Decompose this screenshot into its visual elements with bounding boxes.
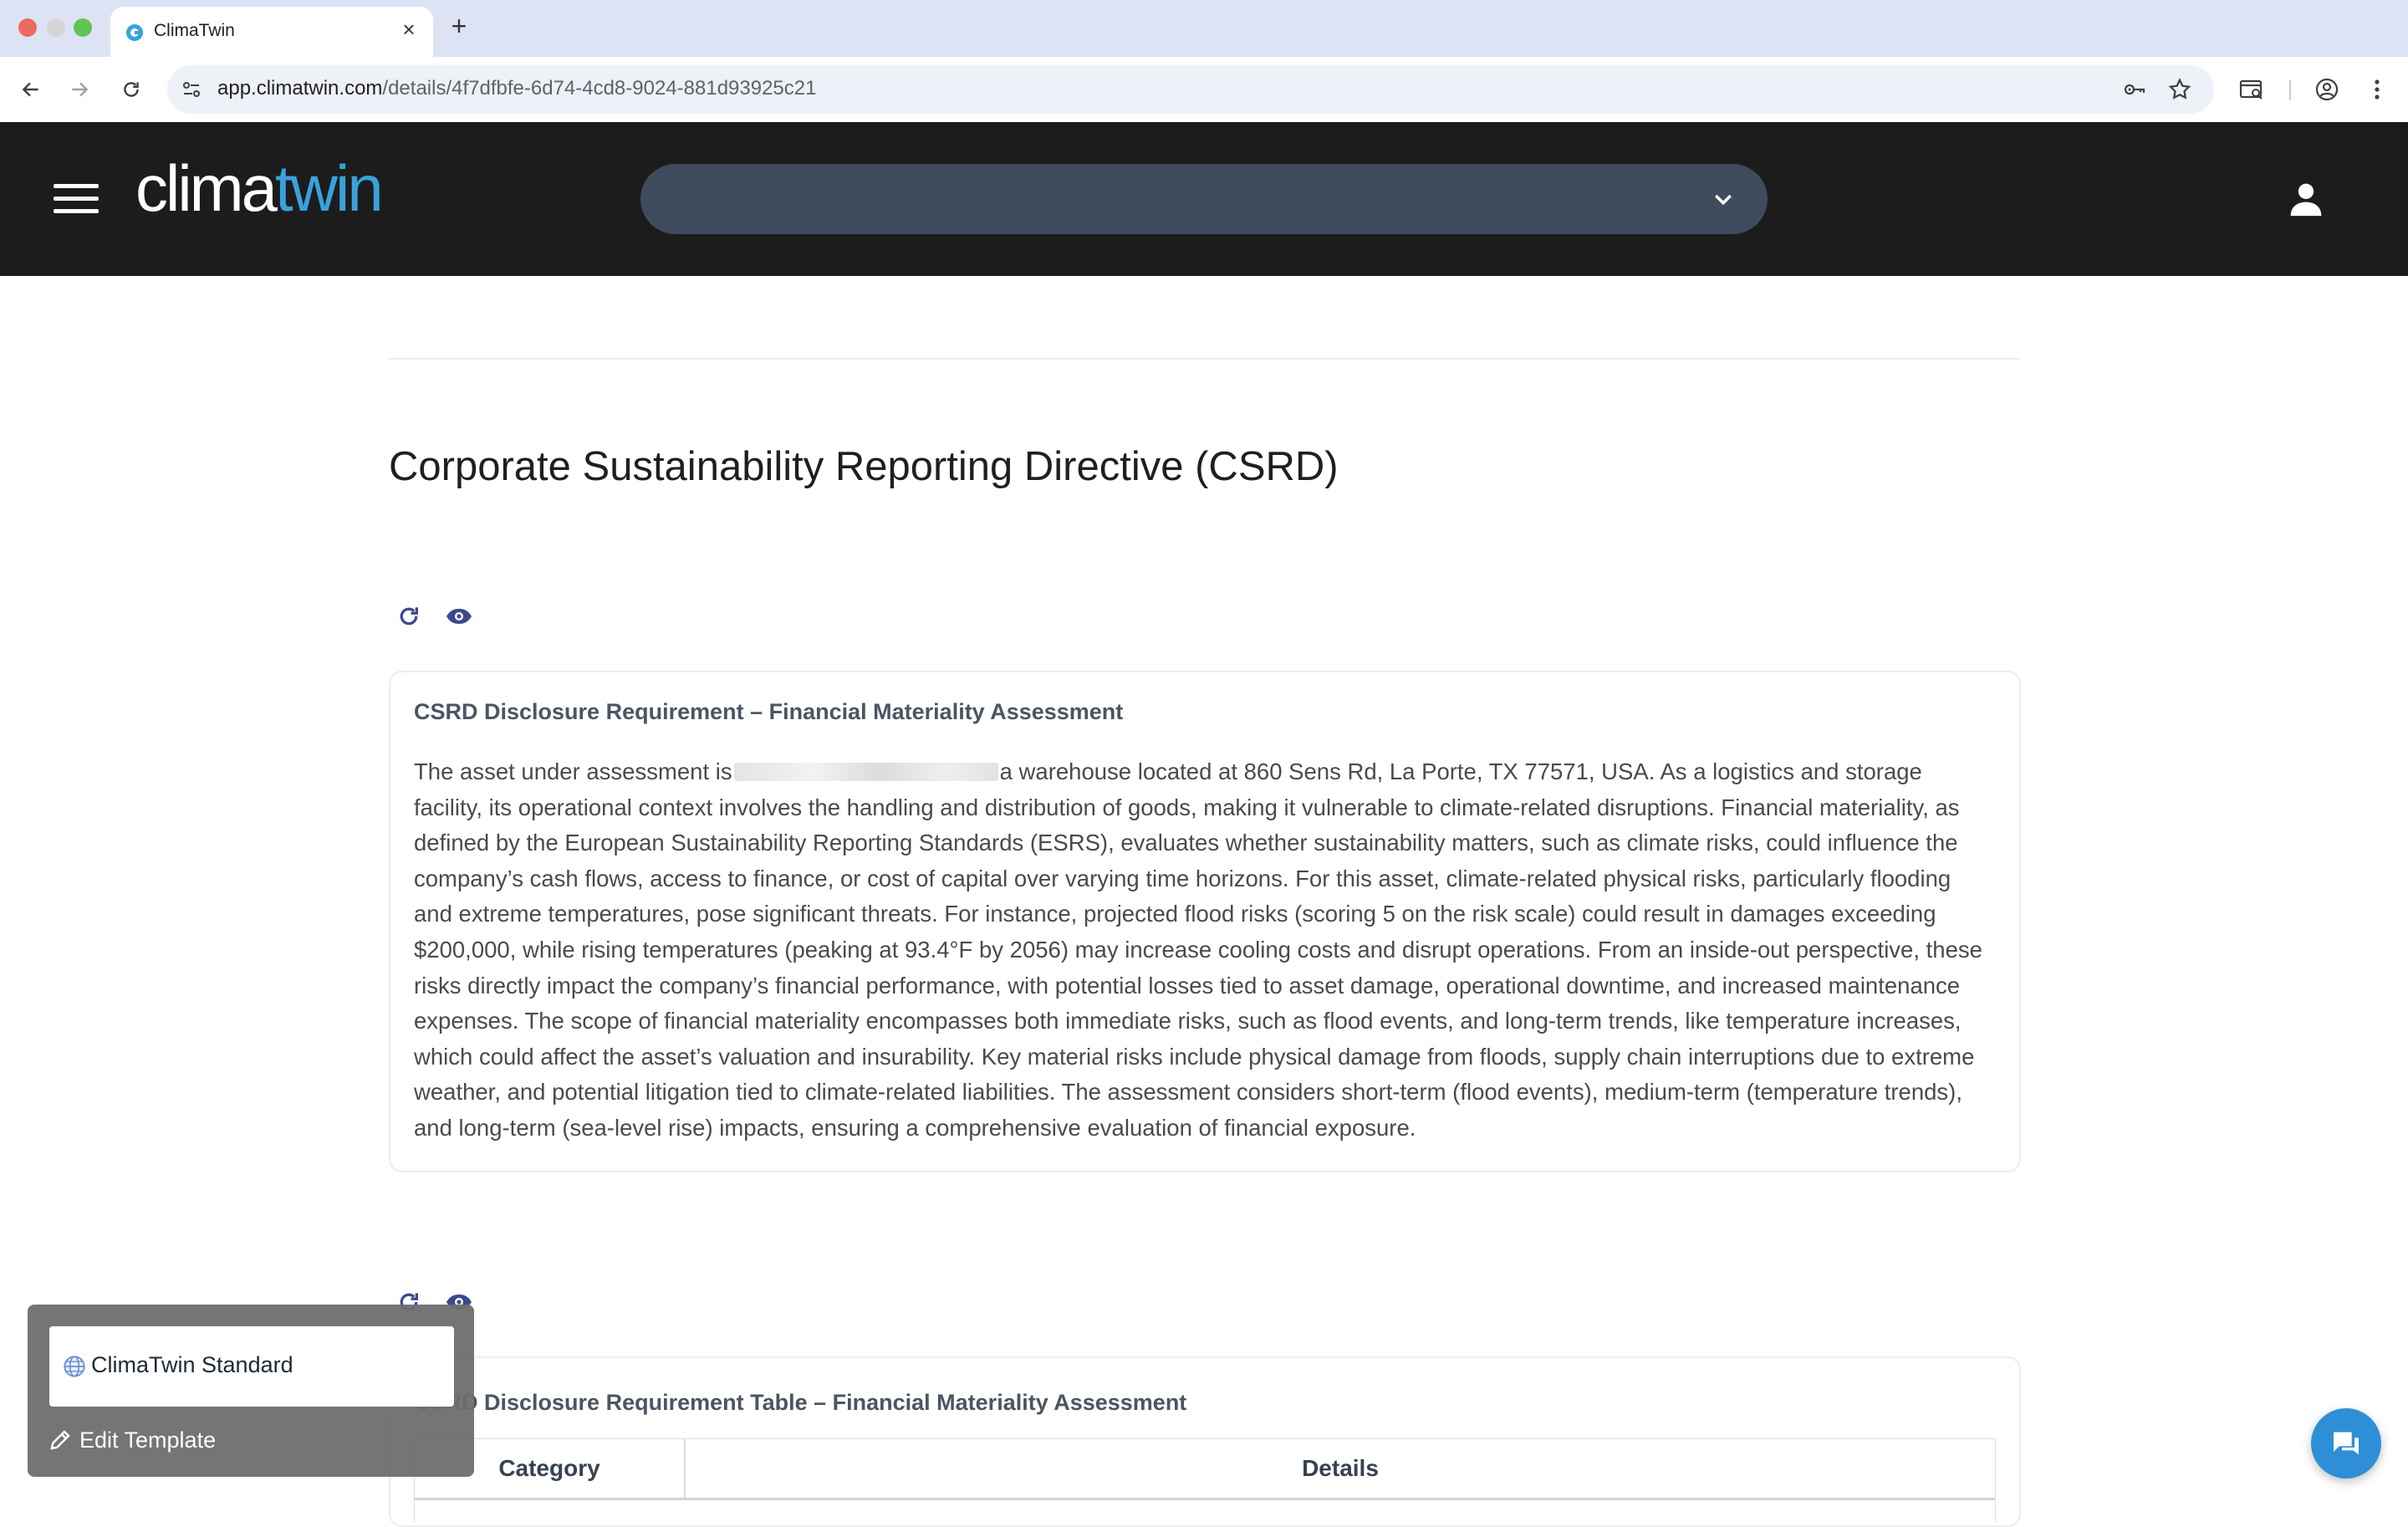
user-account-icon[interactable] (2288, 181, 2324, 217)
browser-toolbar: app.climatwin.com/details/4f7dfbfe-6d74-… (0, 57, 2408, 123)
password-key-icon[interactable] (2120, 75, 2149, 104)
browser-tab-active[interactable]: ClimaTwin × (110, 7, 433, 57)
chat-button[interactable] (2311, 1408, 2381, 1478)
card-title: CSRD Disclosure Requirement – Financial … (414, 699, 1124, 724)
window-close-button[interactable] (18, 18, 37, 37)
table-header-rule (415, 1498, 1995, 1500)
climatwin-favicon-icon (126, 24, 143, 41)
template-option-climatwin-standard[interactable]: ClimaTwin Standard (49, 1326, 454, 1407)
refresh-icon[interactable] (393, 600, 425, 632)
new-tab-icon[interactable]: + (445, 12, 473, 40)
app-header: climatwin (0, 122, 2408, 276)
forward-arrow-icon[interactable] (64, 74, 95, 105)
toolbar-separator (2289, 80, 2291, 100)
url-bar[interactable]: app.climatwin.com/details/4f7dfbfe-6d74-… (167, 65, 2214, 114)
card-title: CSRD Disclosure Requirement Table – Fina… (414, 1390, 1187, 1415)
window-maximize-button[interactable] (74, 18, 92, 37)
chrome-menu-icon[interactable] (2361, 74, 2393, 105)
profile-icon[interactable] (2311, 74, 2343, 105)
hamburger-menu-icon[interactable] (54, 184, 99, 214)
bookmark-star-icon[interactable] (2166, 75, 2194, 104)
eye-icon[interactable] (443, 600, 475, 632)
financial-materiality-table-card: CSRD Disclosure Requirement Table – Fina… (389, 1356, 2021, 1527)
tab-close-icon[interactable]: × (396, 17, 421, 42)
chat-icon (2334, 1432, 2359, 1455)
back-arrow-icon[interactable] (15, 74, 47, 105)
card-body-text: The asset under assessment is a warehouse… (414, 758, 1982, 1141)
pencil-icon (50, 1430, 70, 1450)
section-1-toolbar (393, 600, 475, 634)
tab-title: ClimaTwin (154, 21, 235, 40)
chevron-down-icon (1715, 194, 1732, 206)
climatwin-logo[interactable]: climatwin (135, 156, 384, 221)
site-settings-icon[interactable] (179, 77, 204, 102)
page-title: Corporate Sustainability Reporting Direc… (389, 444, 1339, 489)
globe-icon (64, 1356, 85, 1377)
edit-template-label: Edit Template (79, 1427, 217, 1453)
template-option-label: ClimaTwin Standard (91, 1352, 293, 1377)
tab-search-icon[interactable] (2236, 74, 2268, 105)
edit-template-button[interactable]: Edit Template (48, 1423, 216, 1457)
template-popup: ClimaTwin Standard Edit Template (28, 1305, 474, 1477)
top-divider (389, 358, 2019, 360)
window-minimize-button[interactable] (47, 18, 65, 37)
redacted-asset-name (733, 763, 998, 781)
financial-materiality-card: CSRD Disclosure Requirement – Financial … (389, 671, 2021, 1172)
disclosure-table: Category Details (414, 1438, 1996, 1523)
table-header-details: Details (1302, 1455, 1379, 1481)
url-text: app.climatwin.com/details/4f7dfbfe-6d74-… (217, 77, 817, 100)
asset-select-dropdown[interactable] (640, 164, 1768, 234)
browser-tabbar: ClimaTwin × + (0, 0, 2408, 57)
reload-icon[interactable] (115, 74, 147, 105)
